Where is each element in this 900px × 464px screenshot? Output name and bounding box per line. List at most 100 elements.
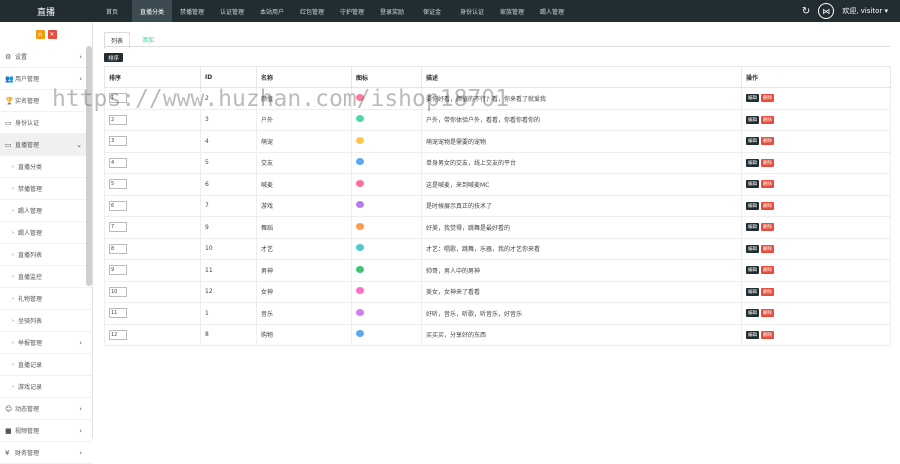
sidebar-item-icon: ■ (5, 426, 12, 435)
actions-cell: 编辑 删除 (741, 216, 891, 239)
edit-button[interactable]: 编辑 (746, 158, 759, 167)
top-nav-item[interactable]: 本站用户 (252, 0, 292, 22)
share-icon[interactable]: ⋈ (818, 3, 835, 19)
top-nav-item[interactable]: 直播分类 (132, 0, 172, 22)
edit-button[interactable]: 编辑 (746, 287, 759, 296)
order-input[interactable]: 5 (109, 179, 127, 190)
actions-cell: 编辑 删除 (741, 173, 891, 196)
delete-button[interactable]: 删除 (761, 180, 774, 189)
edit-button[interactable]: 编辑 (746, 223, 759, 232)
delete-button[interactable]: 删除 (761, 309, 774, 318)
sidebar-item-label: 直播管理 (15, 142, 40, 149)
sidebar-scrollbar[interactable] (86, 46, 92, 286)
order-input[interactable]: 7 (109, 222, 127, 233)
description-cell: 要你好看，颜值的不行，看，你来看了就爱我 (421, 87, 742, 110)
top-nav-item[interactable]: 家族管理 (492, 0, 532, 22)
edit-button[interactable]: 编辑 (746, 137, 759, 146)
top-nav-item[interactable]: 首页 (92, 0, 132, 22)
table-row: 10 12 女神 美女，女神来了看看 编辑 删除 (104, 280, 891, 303)
delete-button[interactable]: 删除 (761, 201, 774, 210)
sidebar-item[interactable]: › 踢人管理 (0, 222, 92, 244)
category-icon (356, 93, 364, 101)
description-cell: 户外，带你体验户外，看看，你看你看你的 (421, 108, 742, 131)
delete-button[interactable]: 删除 (761, 287, 774, 296)
edit-button[interactable]: 编辑 (746, 115, 759, 124)
sidebar-item[interactable]: ▭ 直播管理 ⌄ (0, 134, 92, 156)
chevron-icon: › (79, 448, 82, 457)
sidebar-item[interactable]: › 坐骑列表 (0, 310, 92, 332)
edit-button[interactable]: 编辑 (746, 330, 759, 339)
order-cell: 12 (104, 323, 201, 346)
order-input[interactable]: 12 (109, 329, 127, 340)
sidebar-item[interactable]: › 直播分类 (0, 156, 92, 178)
user-greeting[interactable]: 欢迎, visitor ▾ (842, 6, 888, 16)
sidebar-item[interactable]: › 直播列表 (0, 244, 92, 266)
delete-button[interactable]: 删除 (761, 94, 774, 103)
sidebar-item[interactable]: ⚙ 设置 › (0, 46, 92, 68)
edit-button[interactable]: 编辑 (746, 201, 759, 210)
sidebar-item[interactable]: ¥ 财务管理 › (0, 442, 92, 464)
icon-cell (351, 194, 422, 217)
sidebar-item[interactable]: › 直播记录 (0, 354, 92, 376)
sidebar-item[interactable]: › 游戏记录 (0, 376, 92, 398)
sidebar-item[interactable]: › 踢人管理 (0, 200, 92, 222)
top-nav-item[interactable]: 红包管理 (292, 0, 332, 22)
category-icon (356, 158, 364, 166)
order-input[interactable]: 3 (109, 136, 127, 147)
sidebar-item[interactable]: ▭ 身份认证 (0, 112, 92, 134)
top-nav-item[interactable]: 登录奖励 (372, 0, 412, 22)
edit-button[interactable]: 编辑 (746, 94, 759, 103)
order-input[interactable]: 6 (109, 200, 127, 211)
sidebar-item[interactable]: › 禁播管理 (0, 178, 92, 200)
top-nav-item[interactable]: 保证金 (412, 0, 452, 22)
order-input[interactable]: 9 (109, 265, 127, 276)
edit-button[interactable]: 编辑 (746, 180, 759, 189)
order-input[interactable]: 11 (109, 308, 127, 319)
delete-button[interactable]: 删除 (761, 244, 774, 253)
id-cell: 10 (200, 237, 257, 260)
sidebar-item[interactable]: › 礼物管理 (0, 288, 92, 310)
delete-button[interactable]: 删除 (761, 158, 774, 167)
delete-button[interactable]: 删除 (761, 115, 774, 124)
top-nav-item[interactable]: 身份认证 (452, 0, 492, 22)
delete-button[interactable]: 删除 (761, 223, 774, 232)
top-nav-item[interactable]: 踢人管理 (532, 0, 572, 22)
order-input[interactable]: 2 (109, 114, 127, 125)
sidebar-item[interactable]: 🏆 实名管理 (0, 90, 92, 112)
sidebar-item[interactable]: ☺ 动态管理 › (0, 398, 92, 420)
order-input[interactable]: 10 (109, 286, 127, 297)
top-nav-item[interactable]: 认证管理 (212, 0, 252, 22)
sidebar-item-label: 设置 (15, 54, 28, 61)
table-row: 2 3 户外 户外，带你体验户外，看看，你看你看你的 编辑 删除 (104, 108, 891, 131)
sidebar-item[interactable]: ■ 视频管理 › (0, 420, 92, 442)
order-cell: 8 (104, 237, 201, 260)
delete-button[interactable]: 删除 (761, 137, 774, 146)
edit-button[interactable]: 编辑 (746, 309, 759, 318)
app-logo[interactable]: 直播 (0, 0, 92, 22)
edit-button[interactable]: 编辑 (746, 244, 759, 253)
sidebar-item-icon: 👥 (5, 74, 14, 83)
sidebar-item[interactable]: › 举报管理 › (0, 332, 92, 354)
order-cell: 3 (104, 130, 201, 153)
id-cell: 11 (200, 259, 257, 282)
name-cell: 户外 (256, 108, 352, 131)
sidebar-item-icon: ▭ (5, 118, 12, 127)
table-row: 12 8 购物 买买买，分享好的东西 编辑 删除 (104, 323, 891, 346)
top-nav-item[interactable]: 禁播管理 (172, 0, 212, 22)
order-input[interactable]: 8 (109, 243, 127, 254)
sidebar-item-label: 身份认证 (15, 120, 40, 127)
delete-button[interactable]: 删除 (761, 330, 774, 339)
refresh-icon[interactable]: ↻ (802, 6, 810, 17)
order-input[interactable]: 4 (109, 157, 127, 168)
sidebar-item[interactable]: › 直播监控 (0, 266, 92, 288)
sort-button[interactable]: 排序 (104, 53, 124, 62)
sidebar-item[interactable]: 👥 用户管理 › (0, 68, 92, 90)
order-input[interactable]: 1 (109, 93, 127, 104)
delete-button[interactable]: 删除 (761, 266, 774, 275)
edit-button[interactable]: 编辑 (746, 266, 759, 275)
trash-icon[interactable]: ✕ (47, 29, 57, 39)
description-cell: 单身男女的交友，线上交友的平台 (421, 151, 742, 174)
icon-cell (351, 302, 422, 325)
home-icon[interactable]: ⌂ (35, 29, 45, 39)
top-nav-item[interactable]: 守护管理 (332, 0, 372, 22)
